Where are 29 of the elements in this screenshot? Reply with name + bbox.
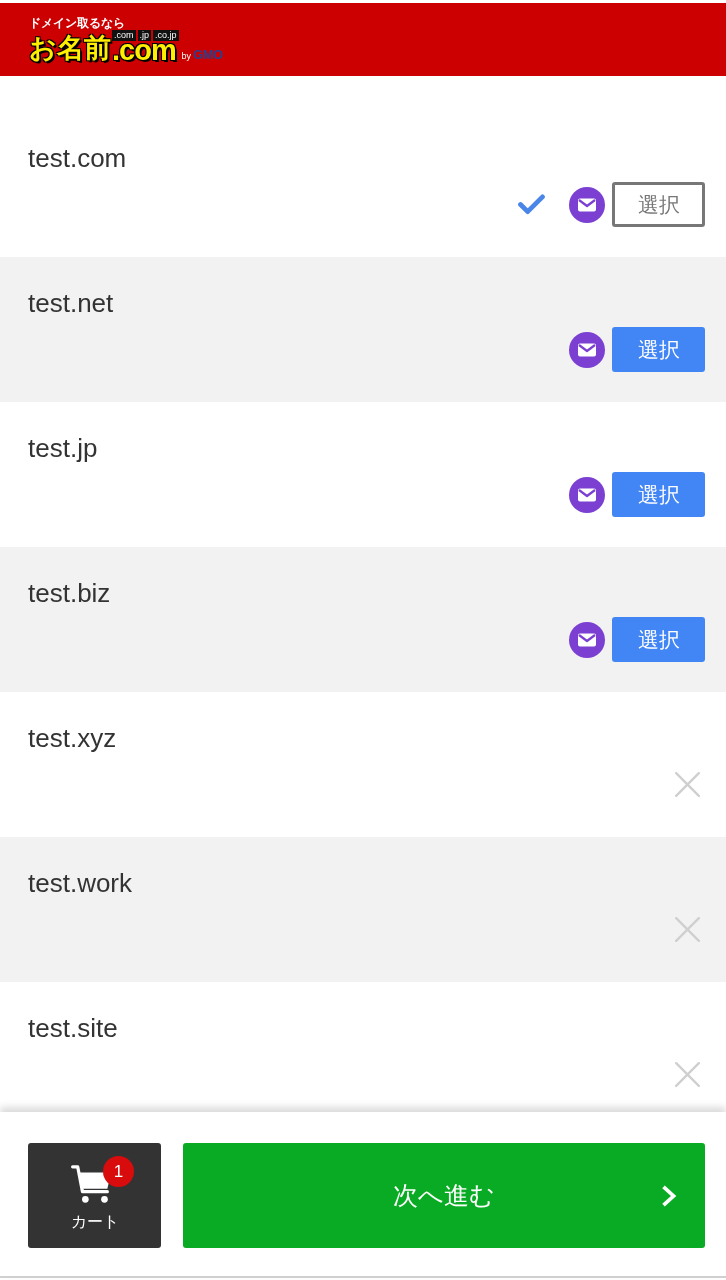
select-button[interactable]: 選択 — [612, 182, 705, 227]
logo-brand: GMO — [193, 47, 223, 62]
logo-name: お名前 — [29, 33, 111, 63]
select-button[interactable]: 選択 — [612, 327, 705, 372]
cart-label: カート — [70, 1212, 119, 1232]
domain-name: test.site — [28, 1012, 118, 1045]
cart-button[interactable]: 1 カート — [28, 1143, 161, 1248]
unavailable-x-icon — [675, 1062, 700, 1087]
domain-name: test.com — [28, 142, 127, 175]
domain-name: test.xyz — [28, 722, 117, 755]
next-button[interactable]: 次へ進む — [183, 1143, 705, 1248]
logo-by: by — [181, 51, 192, 61]
logo-tld-tag: .com — [112, 30, 136, 41]
unavailable-x-icon — [675, 772, 700, 797]
mail-icon — [569, 476, 605, 513]
cart-count-badge: 1 — [103, 1156, 134, 1187]
domain-name: test.jp — [28, 432, 98, 465]
domain-name: test.biz — [28, 577, 111, 610]
mail-icon — [569, 186, 605, 223]
mail-icon — [569, 331, 605, 368]
select-button[interactable]: 選択 — [612, 617, 705, 662]
domain-name: test.net — [28, 287, 114, 320]
chevron-right-icon — [660, 1185, 678, 1207]
unavailable-x-icon — [675, 917, 700, 942]
select-button[interactable]: 選択 — [612, 472, 705, 517]
domain-name: test.work — [28, 867, 133, 900]
logo-tagline: ドメイン取るなら — [29, 16, 125, 30]
mail-icon — [569, 621, 605, 658]
logo-tld-tag: .co.jp — [153, 30, 179, 41]
